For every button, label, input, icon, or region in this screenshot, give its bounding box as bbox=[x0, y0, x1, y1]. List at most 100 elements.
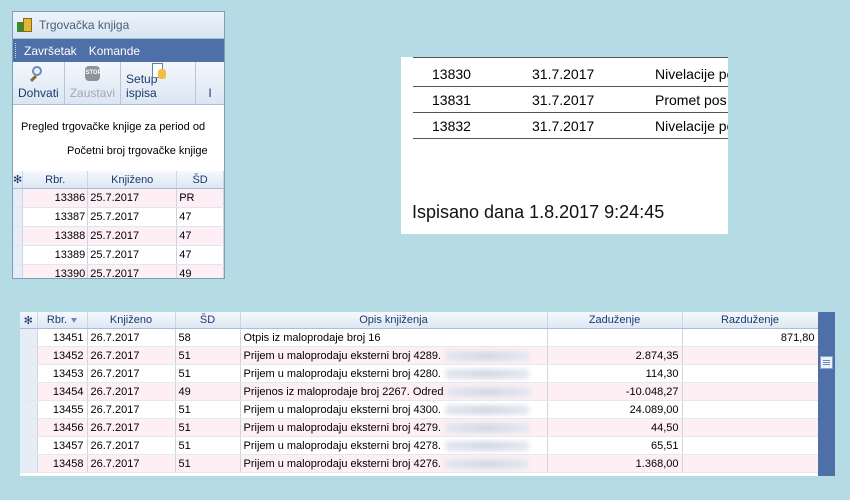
col-header-zaduzenje[interactable]: Zaduženje bbox=[547, 312, 683, 329]
cell-rbr: 13389 bbox=[22, 245, 89, 265]
cell-sd: 49 bbox=[176, 264, 224, 278]
preview-top-rule bbox=[413, 57, 728, 58]
preview-date: 31.7.2017 bbox=[532, 92, 595, 108]
cell-desc: Prijem u maloprodaju eksterni broj 4280. bbox=[240, 364, 548, 383]
grid-options-icon[interactable]: ✻ bbox=[20, 312, 38, 329]
cell-rbr: 13387 bbox=[22, 207, 89, 227]
redacted-blur bbox=[445, 368, 529, 379]
cell-date: 26.7.2017 bbox=[87, 436, 176, 455]
cell-sd: 47 bbox=[176, 226, 224, 246]
setup-print-button[interactable]: Setup ispisa bbox=[121, 62, 196, 104]
menu-komande[interactable]: Komande bbox=[89, 44, 140, 58]
table-row[interactable]: 13456 26.7.2017 51 Prijem u maloprodaju … bbox=[20, 418, 819, 437]
cell-credit bbox=[682, 364, 819, 383]
cell-debit bbox=[547, 328, 683, 347]
stop-button[interactable]: STOP Zaustavi bbox=[65, 62, 122, 104]
menubar-grip bbox=[15, 43, 18, 58]
col-header-rbr[interactable]: Rbr. bbox=[37, 312, 88, 329]
toolbar: Dohvati STOP Zaustavi Setup ispisa I bbox=[13, 62, 224, 105]
cell-debit: 65,51 bbox=[547, 436, 683, 455]
cell-date: 25.7.2017 bbox=[87, 226, 178, 246]
cell-date: 26.7.2017 bbox=[87, 364, 176, 383]
preview-num: 13830 bbox=[432, 66, 471, 82]
cell-date: 26.7.2017 bbox=[87, 400, 176, 419]
start-number-label: Početni broj trgovačke knjige bbox=[67, 145, 208, 157]
cell-sd: 58 bbox=[175, 328, 241, 347]
print-button[interactable]: I bbox=[196, 62, 224, 104]
row-indicator[interactable] bbox=[20, 328, 38, 347]
row-indicator[interactable] bbox=[13, 264, 24, 278]
vertical-scrollbar[interactable] bbox=[818, 312, 835, 476]
cell-rbr: 13456 bbox=[37, 418, 88, 437]
row-indicator[interactable] bbox=[13, 207, 24, 227]
cell-sd: 51 bbox=[175, 346, 241, 365]
col-header-sd[interactable]: ŠD bbox=[175, 312, 241, 329]
cell-credit bbox=[682, 436, 819, 455]
col-header-sd[interactable]: ŠD bbox=[176, 171, 224, 189]
table-row[interactable]: 13455 26.7.2017 51 Prijem u maloprodaju … bbox=[20, 400, 819, 419]
cell-credit: 871,80 bbox=[682, 328, 819, 347]
table-row[interactable]: 13389 25.7.2017 47 bbox=[13, 245, 224, 265]
row-indicator[interactable] bbox=[20, 454, 38, 473]
window-titlebar: Trgovačka knjiga bbox=[13, 12, 224, 39]
cell-desc: Prijenos iz maloprodaje broj 2267. Odred bbox=[240, 382, 548, 401]
filter-icon[interactable] bbox=[71, 317, 78, 323]
row-indicator[interactable] bbox=[13, 245, 24, 265]
cell-date: 26.7.2017 bbox=[87, 346, 176, 365]
table-row[interactable]: 13457 26.7.2017 51 Prijem u maloprodaju … bbox=[20, 436, 819, 455]
cell-credit bbox=[682, 418, 819, 437]
preview-num: 13832 bbox=[432, 118, 471, 134]
row-indicator[interactable] bbox=[20, 436, 38, 455]
preview-row: 13831 31.7.2017 Promet pos bbox=[413, 87, 728, 113]
cell-desc: Otpis iz maloprodaje broj 16 bbox=[240, 328, 548, 347]
stop-button-label: Zaustavi bbox=[69, 86, 116, 100]
cell-date: 26.7.2017 bbox=[87, 418, 176, 437]
table-row[interactable]: 13386 25.7.2017 PR bbox=[13, 188, 224, 208]
cell-debit: 24.089,00 bbox=[547, 400, 683, 419]
col-header-knjizeno[interactable]: Knjiženo bbox=[87, 312, 176, 329]
table-row[interactable]: 13452 26.7.2017 51 Prijem u maloprodaju … bbox=[20, 346, 819, 365]
cell-rbr: 13451 bbox=[37, 328, 88, 347]
col-header-opis[interactable]: Opis knjiženja bbox=[240, 312, 548, 329]
row-indicator[interactable] bbox=[20, 418, 38, 437]
scrollbar-thumb[interactable] bbox=[820, 356, 833, 369]
cell-date: 25.7.2017 bbox=[87, 188, 178, 208]
row-indicator[interactable] bbox=[20, 346, 38, 365]
row-indicator[interactable] bbox=[20, 382, 38, 401]
table-row[interactable]: 13388 25.7.2017 47 bbox=[13, 226, 224, 246]
redacted-blur bbox=[445, 350, 529, 361]
cell-desc: Prijem u maloprodaju eksterni broj 4278. bbox=[240, 436, 548, 455]
table-row[interactable]: 13458 26.7.2017 51 Prijem u maloprodaju … bbox=[20, 454, 819, 473]
cell-credit bbox=[682, 454, 819, 473]
menu-zavrsetak[interactable]: Završetak bbox=[24, 44, 77, 58]
cell-date: 25.7.2017 bbox=[87, 264, 178, 278]
cell-date: 26.7.2017 bbox=[87, 382, 176, 401]
cell-sd: 51 bbox=[175, 454, 241, 473]
col-header-razduzenje[interactable]: Razduženje bbox=[682, 312, 819, 329]
cell-debit: 44,50 bbox=[547, 418, 683, 437]
cell-sd: PR bbox=[176, 188, 224, 208]
redacted-blur bbox=[445, 440, 529, 451]
table-row[interactable]: 13390 25.7.2017 49 bbox=[13, 264, 224, 278]
stop-icon: STOP bbox=[83, 65, 102, 83]
row-indicator[interactable] bbox=[20, 364, 38, 383]
table-row[interactable]: 13387 25.7.2017 47 bbox=[13, 207, 224, 227]
row-indicator[interactable] bbox=[20, 400, 38, 419]
cell-sd: 51 bbox=[175, 436, 241, 455]
page-setup-icon bbox=[149, 62, 167, 79]
redacted-blur bbox=[445, 458, 529, 469]
preview-desc: Nivelacije po bbox=[655, 118, 728, 134]
grid-options-icon[interactable]: ✻ bbox=[13, 171, 24, 189]
table-row[interactable]: 13451 26.7.2017 58 Otpis iz maloprodaje … bbox=[20, 328, 819, 347]
table-row[interactable]: 13453 26.7.2017 51 Prijem u maloprodaju … bbox=[20, 364, 819, 383]
row-indicator[interactable] bbox=[13, 188, 24, 208]
row-indicator[interactable] bbox=[13, 226, 24, 246]
cell-debit: -10.048,27 bbox=[547, 382, 683, 401]
fetch-button[interactable]: Dohvati bbox=[13, 62, 65, 104]
cell-sd: 47 bbox=[176, 207, 224, 227]
magnifier-icon bbox=[29, 65, 47, 83]
table-row[interactable]: 13454 26.7.2017 49 Prijenos iz maloproda… bbox=[20, 382, 819, 401]
col-header-rbr[interactable]: Rbr. bbox=[22, 171, 89, 189]
cell-sd: 49 bbox=[175, 382, 241, 401]
col-header-knjizeno[interactable]: Knjiženo bbox=[87, 171, 178, 189]
